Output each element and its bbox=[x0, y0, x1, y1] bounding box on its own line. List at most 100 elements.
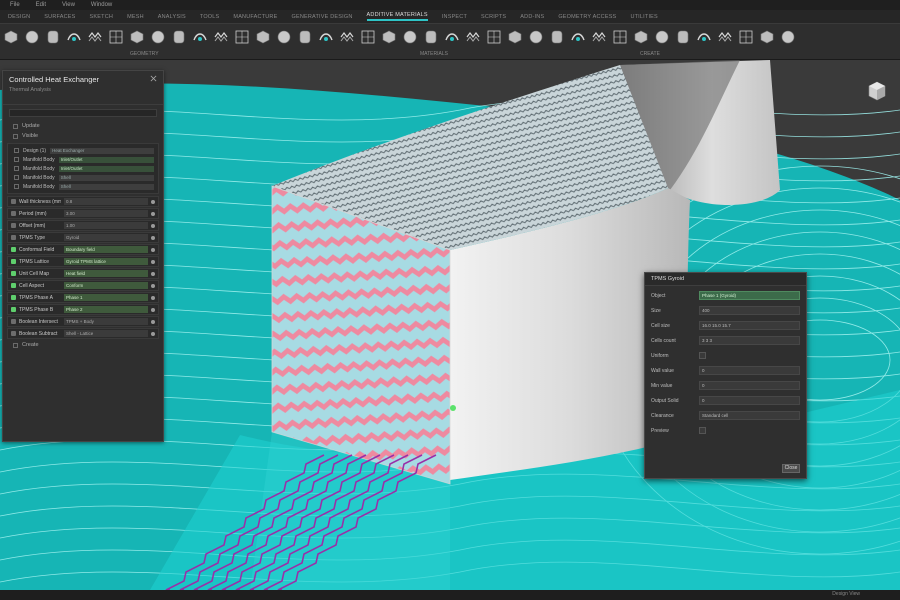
tab-mesh[interactable]: MESH bbox=[127, 14, 144, 20]
ribbon-tool-icon[interactable] bbox=[590, 28, 608, 46]
menu-item-window[interactable]: Window bbox=[91, 2, 112, 8]
dialog-field[interactable]: 0 bbox=[699, 396, 800, 405]
option-update[interactable]: Update bbox=[3, 121, 163, 131]
tree-node[interactable]: Manifold Body Inlet/Outlet bbox=[8, 155, 158, 164]
ribbon-tool-icon[interactable] bbox=[380, 28, 398, 46]
ribbon-tool-icon[interactable] bbox=[695, 28, 713, 46]
tree-node[interactable]: Manifold Body Inlet/Outlet bbox=[8, 164, 158, 173]
settings-dot-icon[interactable] bbox=[151, 259, 155, 264]
close-icon[interactable] bbox=[150, 75, 157, 82]
ribbon-tool-icon[interactable] bbox=[443, 28, 461, 46]
parameter-value[interactable]: TPMS + Body bbox=[64, 318, 148, 325]
parameter-row[interactable]: TPMS Lattice Gyroid TPMS lattice bbox=[7, 256, 159, 267]
view-cube-icon[interactable] bbox=[866, 80, 888, 102]
tab-add-ins[interactable]: ADD-INS bbox=[520, 14, 544, 20]
ribbon-tool-icon[interactable] bbox=[65, 28, 83, 46]
parameter-value[interactable]: Heat field bbox=[64, 270, 148, 277]
tab-sketch[interactable]: SKETCH bbox=[90, 14, 114, 20]
node-checkbox[interactable] bbox=[14, 157, 19, 162]
panel-footer[interactable]: Create bbox=[3, 340, 163, 350]
ribbon-tool-icon[interactable] bbox=[359, 28, 377, 46]
dialog-field[interactable]: Phase 1 (Gyroid) bbox=[699, 291, 800, 300]
ribbon-tool-icon[interactable] bbox=[212, 28, 230, 46]
tab-surfaces[interactable]: SURFACES bbox=[44, 14, 75, 20]
ribbon-tool-icon[interactable] bbox=[674, 28, 692, 46]
ribbon-tool-icon[interactable] bbox=[170, 28, 188, 46]
parameter-row[interactable]: TPMS Phase B Phase 2 bbox=[7, 304, 159, 315]
settings-dot-icon[interactable] bbox=[151, 295, 155, 300]
tab-geometry-access[interactable]: GEOMETRY ACCESS bbox=[558, 14, 616, 20]
settings-dot-icon[interactable] bbox=[151, 283, 155, 288]
tab-additive-materials[interactable]: ADDITIVE MATERIALS bbox=[366, 12, 428, 21]
option-visible[interactable]: Visible bbox=[3, 131, 163, 141]
ribbon-tool-icon[interactable] bbox=[338, 28, 356, 46]
ribbon-tool-icon[interactable] bbox=[191, 28, 209, 46]
ribbon-tool-icon[interactable] bbox=[779, 28, 797, 46]
dialog-field[interactable]: 0 bbox=[699, 381, 800, 390]
tree-node[interactable]: Manifold Body Shell bbox=[8, 182, 158, 191]
panel-search-input[interactable] bbox=[9, 109, 157, 117]
checkbox-update[interactable] bbox=[13, 123, 18, 129]
parameter-row[interactable]: Wall thickness (mm) 0.8 bbox=[7, 196, 159, 207]
ribbon-tool-icon[interactable] bbox=[401, 28, 419, 46]
ribbon-tool-icon[interactable] bbox=[653, 28, 671, 46]
parameter-value[interactable]: Shell - Lattice bbox=[64, 330, 148, 337]
settings-dot-icon[interactable] bbox=[151, 223, 155, 228]
ribbon-tool-icon[interactable] bbox=[317, 28, 335, 46]
tab-scripts[interactable]: SCRIPTS bbox=[481, 14, 506, 20]
tab-analysis[interactable]: ANALYSIS bbox=[158, 14, 186, 20]
ribbon-tool-icon[interactable] bbox=[149, 28, 167, 46]
ribbon-tool-icon[interactable] bbox=[737, 28, 755, 46]
tab-inspect[interactable]: INSPECT bbox=[442, 14, 467, 20]
dialog-field[interactable]: 0 bbox=[699, 366, 800, 375]
dialog-checkbox[interactable] bbox=[699, 352, 706, 359]
node-checkbox[interactable] bbox=[14, 166, 19, 171]
ribbon-tool-icon[interactable] bbox=[86, 28, 104, 46]
parameter-value[interactable]: Gyroid bbox=[64, 234, 148, 241]
ribbon-tool-icon[interactable] bbox=[506, 28, 524, 46]
ribbon-tool-icon[interactable] bbox=[422, 28, 440, 46]
ribbon-tool-icon[interactable] bbox=[2, 28, 20, 46]
settings-dot-icon[interactable] bbox=[151, 211, 155, 216]
ribbon-tool-icon[interactable] bbox=[611, 28, 629, 46]
tab-generative-design[interactable]: GENERATIVE DESIGN bbox=[291, 14, 352, 20]
parameter-value[interactable]: 0.8 bbox=[64, 198, 148, 205]
tab-design[interactable]: DESIGN bbox=[8, 14, 30, 20]
ribbon-tool-icon[interactable] bbox=[107, 28, 125, 46]
dialog-field[interactable]: 400 bbox=[699, 306, 800, 315]
settings-dot-icon[interactable] bbox=[151, 307, 155, 312]
parameter-row[interactable]: Period (mm) 3.00 bbox=[7, 208, 159, 219]
parameter-value[interactable]: Conform bbox=[64, 282, 148, 289]
node-checkbox[interactable] bbox=[14, 148, 19, 153]
ribbon-tool-icon[interactable] bbox=[485, 28, 503, 46]
ribbon-tool-icon[interactable] bbox=[128, 28, 146, 46]
parameter-value[interactable]: 1.00 bbox=[64, 222, 148, 229]
ribbon-tool-icon[interactable] bbox=[254, 28, 272, 46]
parameter-row[interactable]: TPMS Phase A Phase 1 bbox=[7, 292, 159, 303]
parameter-value[interactable]: Gyroid TPMS lattice bbox=[64, 258, 148, 265]
parameter-value[interactable]: Boundary field bbox=[64, 246, 148, 253]
dialog-field[interactable]: 16.0 15.0 15.7 bbox=[699, 321, 800, 330]
settings-dot-icon[interactable] bbox=[151, 235, 155, 240]
close-button[interactable]: Close bbox=[782, 464, 800, 473]
tree-node[interactable]: Design (1) Heat Exchanger bbox=[8, 146, 158, 155]
parameter-row[interactable]: TPMS Type Gyroid bbox=[7, 232, 159, 243]
ribbon-tool-icon[interactable] bbox=[44, 28, 62, 46]
ribbon-tool-icon[interactable] bbox=[569, 28, 587, 46]
node-checkbox[interactable] bbox=[14, 184, 19, 189]
settings-dot-icon[interactable] bbox=[151, 199, 155, 204]
menu-item-file[interactable]: File bbox=[10, 2, 20, 8]
dialog-field[interactable]: Standard cell bbox=[699, 411, 800, 420]
tab-tools[interactable]: TOOLS bbox=[200, 14, 220, 20]
ribbon-tool-icon[interactable] bbox=[23, 28, 41, 46]
settings-dot-icon[interactable] bbox=[151, 319, 155, 324]
ribbon-tool-icon[interactable] bbox=[464, 28, 482, 46]
dialog-field[interactable]: 3 3 3 bbox=[699, 336, 800, 345]
parameter-row[interactable]: Boolean Subtract Shell - Lattice bbox=[7, 328, 159, 339]
menu-item-edit[interactable]: Edit bbox=[36, 2, 46, 8]
tree-node[interactable]: Manifold Body Shell bbox=[8, 173, 158, 182]
menu-item-view[interactable]: View bbox=[62, 2, 75, 8]
parameter-row[interactable]: Boolean Intersect TPMS + Body bbox=[7, 316, 159, 327]
node-checkbox[interactable] bbox=[14, 175, 19, 180]
ribbon-tool-icon[interactable] bbox=[716, 28, 734, 46]
